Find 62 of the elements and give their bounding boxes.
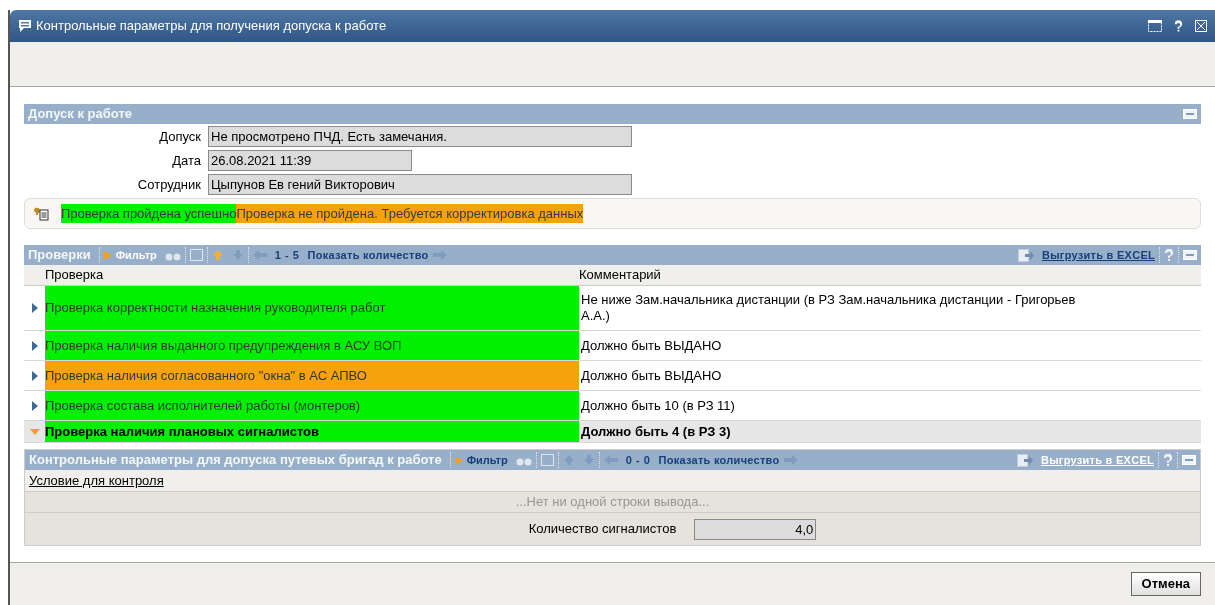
field-label: Допуск xyxy=(158,127,202,146)
right-arrow-icon[interactable] xyxy=(432,250,447,260)
expand-arrow-icon[interactable] xyxy=(31,370,38,381)
expand-arrow-icon[interactable] xyxy=(31,340,38,351)
columns-icon[interactable] xyxy=(189,249,203,261)
columns-icon[interactable] xyxy=(540,454,554,466)
up-arrow-icon[interactable] xyxy=(562,454,575,466)
comment-cell-text: Не ниже Зам.начальника дистанции (в РЗ Зам.начальника дистанции - Григорьев А.А.) xyxy=(581,292,1077,324)
window-title: Контрольные параметры для получения допуска к работе xyxy=(36,17,387,36)
expand-arrow-icon[interactable] xyxy=(31,400,38,411)
column-header[interactable]: Условие для контроля xyxy=(29,470,164,491)
read-only-field[interactable]: 4,0 xyxy=(694,518,817,540)
check-cell: Проверка корректности назначения руководителя работ xyxy=(45,286,579,330)
export-icon[interactable] xyxy=(1017,248,1034,262)
collapse-icon[interactable] xyxy=(1182,455,1196,465)
check-cell: Проверка наличия выданного предупреждения в АСУ ВОП xyxy=(45,331,579,360)
right-arrow-icon[interactable] xyxy=(783,455,798,465)
export-icon[interactable] xyxy=(1016,453,1033,467)
down-arrow-icon[interactable] xyxy=(231,249,244,261)
show-count-link[interactable]: Показать количество xyxy=(307,246,429,264)
comment-cell: Должно быть 4 (в РЗ 3) xyxy=(581,423,731,440)
expanded-arrow-icon[interactable] xyxy=(29,428,40,435)
window-icon[interactable] xyxy=(1148,20,1162,32)
cancel-button[interactable]: Отмена xyxy=(1130,572,1201,596)
check-cell: Проверка состава исполнителей работы (монтеров) xyxy=(45,391,579,420)
legend-item: Проверка пройдена успешно xyxy=(61,203,237,224)
panel-title: Проверки xyxy=(28,246,91,265)
expand-arrow-icon[interactable] xyxy=(31,303,38,313)
panel-title: Контрольные параметры для допуска путевых бригад к работе xyxy=(29,451,442,470)
left-arrow-icon[interactable] xyxy=(252,250,267,260)
left-arrow-icon[interactable] xyxy=(603,455,618,465)
filter-button[interactable]: Фильтр xyxy=(454,451,508,469)
export-excel-link[interactable]: Выгрузить в EXCEL xyxy=(1041,246,1155,264)
show-count-link[interactable]: Показать количество xyxy=(658,451,780,469)
column-header[interactable]: Проверка xyxy=(24,265,579,285)
field-label: Сотрудник xyxy=(136,175,202,194)
read-only-field[interactable]: Не просмотрено ПЧД. Есть замечания. xyxy=(208,126,632,147)
page-range: 1 - 5 xyxy=(274,247,300,263)
down-arrow-icon[interactable] xyxy=(582,454,595,466)
empty-message: ...Нет ни одной строки вывода... xyxy=(515,493,710,512)
help-note-icon xyxy=(33,206,49,221)
panel-title: Допуск к работе xyxy=(28,105,132,124)
page-range: 0 - 0 xyxy=(625,452,651,468)
comment-cell: Должно быть ВЫДАНО xyxy=(581,337,722,354)
chat-icon xyxy=(18,20,32,32)
comment-cell: Должно быть 10 (в РЗ 11) xyxy=(581,397,735,414)
field-label: Количество сигналистов xyxy=(528,520,677,539)
field-label: Дата xyxy=(171,151,202,170)
read-only-field[interactable]: Цыпунов Ев гений Викторович xyxy=(208,174,632,195)
legend-item: Проверка не пройдена. Требуется корректировка данных xyxy=(236,203,584,224)
comment-cell: Должно быть ВЫДАНО xyxy=(581,367,722,384)
help-icon[interactable] xyxy=(1174,19,1183,33)
close-icon[interactable] xyxy=(1195,20,1207,32)
play-icon xyxy=(103,250,112,260)
check-cell: Проверка наличия согласованного "окна" в АС АПВО xyxy=(45,361,579,390)
column-header[interactable]: Комментарий xyxy=(579,265,661,285)
read-only-field[interactable]: 26.08.2021 11:39 xyxy=(208,150,412,171)
collapse-icon[interactable] xyxy=(1183,109,1197,119)
play-icon xyxy=(454,455,463,465)
up-arrow-icon[interactable] xyxy=(211,249,224,261)
check-cell: Проверка наличия плановых сигналистов xyxy=(45,421,579,442)
collapse-icon[interactable] xyxy=(1183,250,1197,260)
